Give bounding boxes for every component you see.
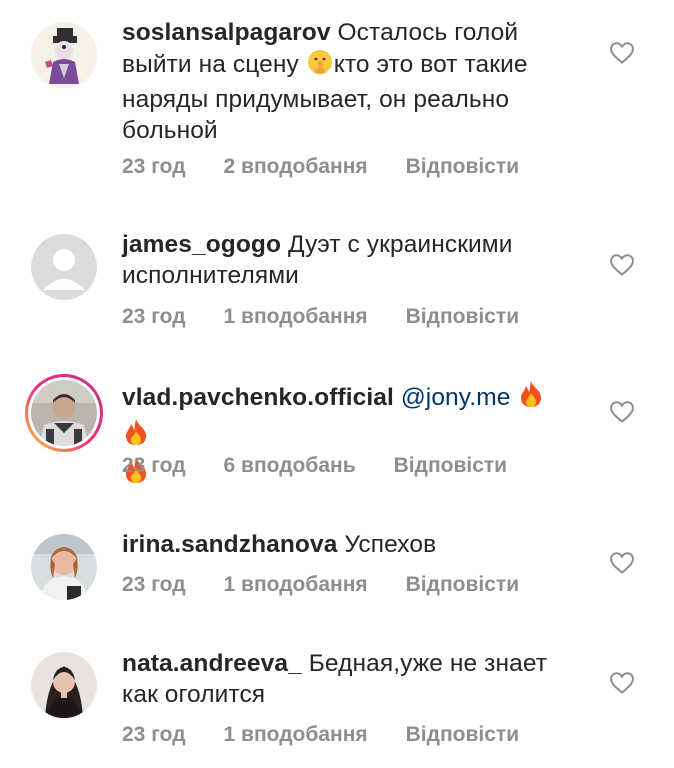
avatar[interactable] <box>31 652 97 718</box>
comment-text: soslansalpagarov Осталось голой выйти на… <box>122 17 562 146</box>
avatar[interactable] <box>31 534 97 600</box>
likes-count[interactable]: 1 вподобання <box>224 573 368 597</box>
heart-icon[interactable] <box>609 41 635 65</box>
comment-username[interactable]: vlad.pavchenko.official <box>122 384 394 411</box>
comment-username[interactable]: james_ogogo <box>122 231 281 258</box>
comment-meta: 23 год 2 вподобання Відповісти <box>122 155 519 179</box>
comment-text: james_ogogo Дуэт с украинскими исполните… <box>122 229 562 291</box>
fire-emoji <box>517 379 545 417</box>
comment-meta: 23 год 1 вподобання Відповісти <box>122 305 519 329</box>
comment-body: Успехов <box>344 531 437 558</box>
reply-button[interactable]: Відповісти <box>394 454 507 478</box>
shushing-face-emoji <box>306 48 334 84</box>
likes-count[interactable]: 2 вподобання <box>224 155 368 179</box>
reply-button[interactable]: Відповісти <box>406 155 519 179</box>
comment-username[interactable]: irina.sandzhanova <box>122 531 337 558</box>
likes-count[interactable]: 6 вподобань <box>224 454 356 478</box>
comment-meta: 23 год 6 вподобань Відповісти <box>122 454 507 478</box>
avatar-story-ring[interactable] <box>24 373 104 453</box>
comment-text: irina.sandzhanova Успехов <box>122 529 562 560</box>
reply-button[interactable]: Відповісти <box>406 573 519 597</box>
comment-time: 23 год <box>122 454 186 477</box>
comment-time: 23 год <box>122 305 186 328</box>
heart-icon[interactable] <box>609 253 635 277</box>
comment-username[interactable]: nata.andreeva_ <box>122 650 302 677</box>
reply-button[interactable]: Відповісти <box>406 305 519 329</box>
likes-count[interactable]: 1 вподобання <box>224 305 368 329</box>
avatar[interactable] <box>31 234 97 300</box>
avatar[interactable] <box>31 22 97 88</box>
comment-username[interactable]: soslansalpagarov <box>122 19 331 46</box>
comment-time: 23 год <box>122 573 186 596</box>
heart-icon[interactable] <box>609 671 635 695</box>
comment-time: 23 год <box>122 723 186 746</box>
comment-time: 23 год <box>122 155 186 178</box>
reply-button[interactable]: Відповісти <box>406 723 519 747</box>
mention-link[interactable]: @jony.me <box>401 384 511 411</box>
comment-meta: 23 год 1 вподобання Відповісти <box>122 573 519 597</box>
heart-icon[interactable] <box>609 551 635 575</box>
heart-icon[interactable] <box>609 400 635 424</box>
likes-count[interactable]: 1 вподобання <box>224 723 368 747</box>
comments-list: soslansalpagarov Осталось голой выйти на… <box>0 0 674 768</box>
fire-emoji <box>122 417 150 455</box>
comment-text: nata.andreeva_ Бедная,уже не знает как о… <box>122 648 562 710</box>
comment-meta: 23 год 1 вподобання Відповісти <box>122 723 519 747</box>
